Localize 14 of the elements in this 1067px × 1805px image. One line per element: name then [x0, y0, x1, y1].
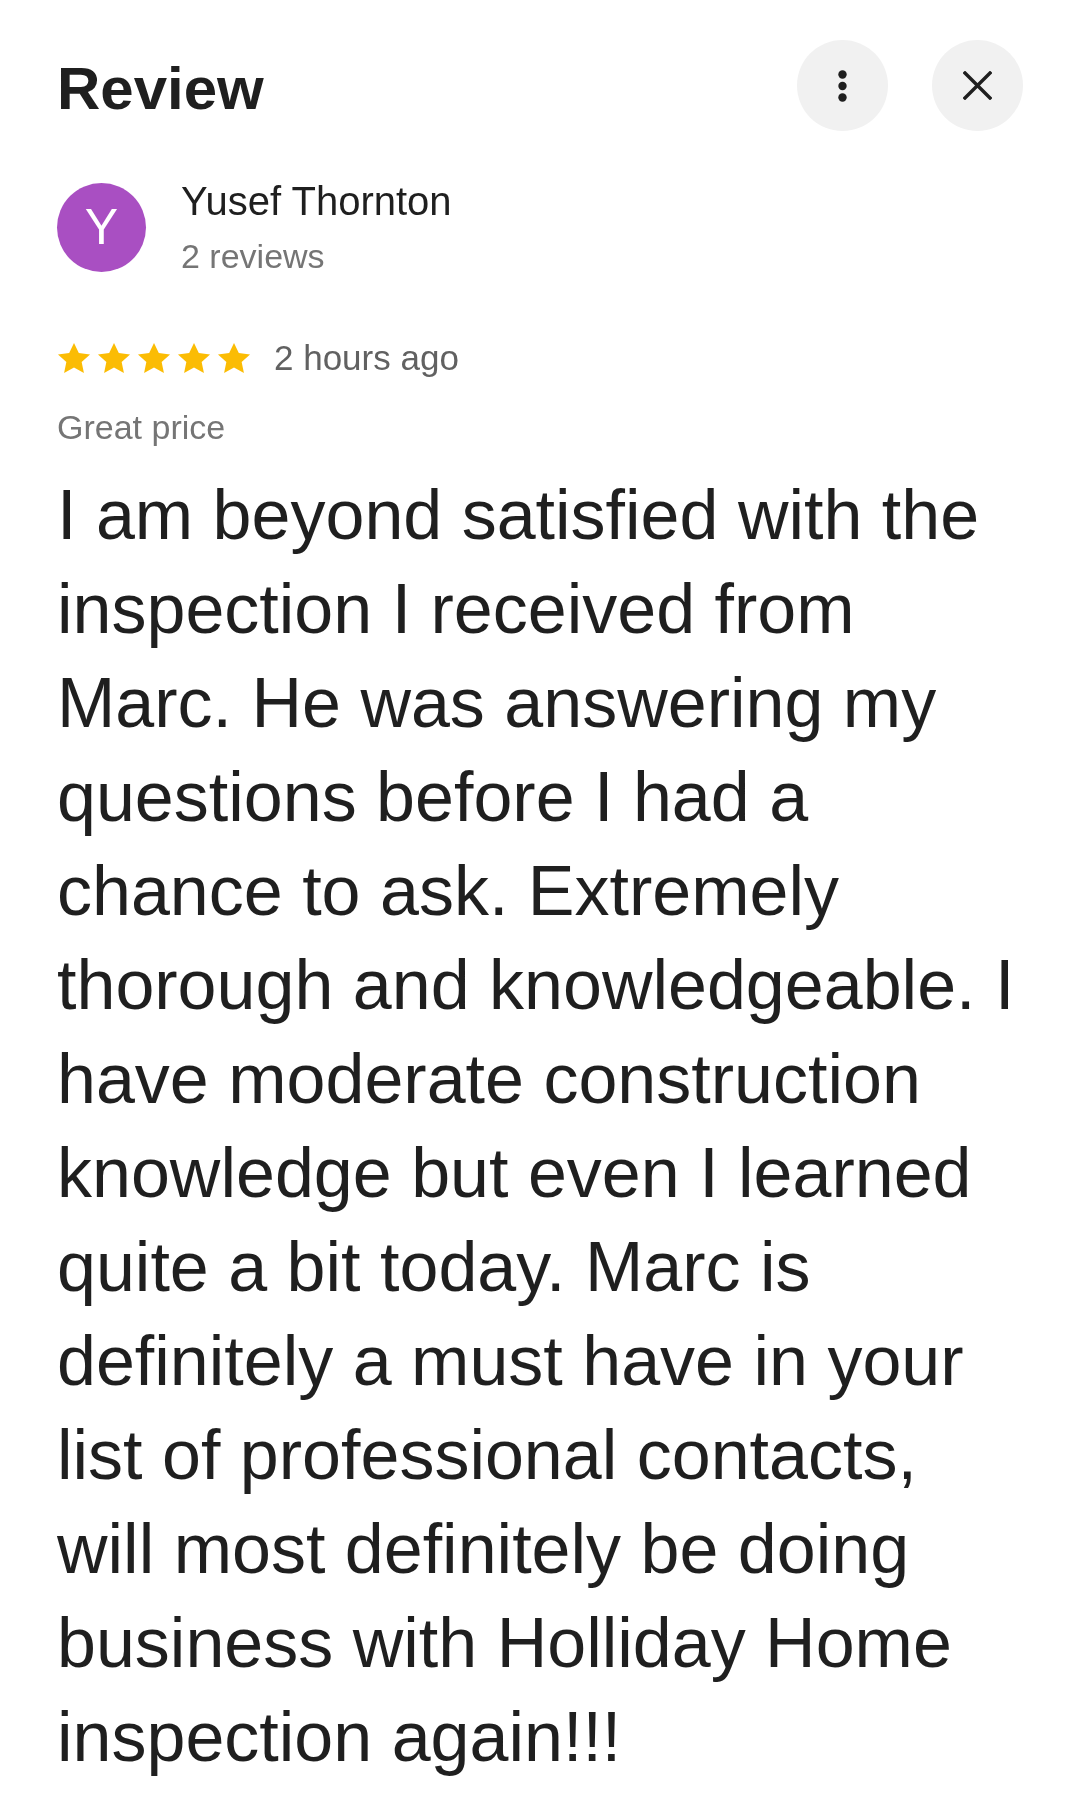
close-icon: [963, 71, 992, 100]
star-icon: [57, 341, 91, 375]
reviewer-name: Yusef Thornton: [181, 178, 452, 225]
review-count: 2 reviews: [181, 236, 326, 277]
star-icon: [177, 341, 211, 375]
star-icon: [217, 341, 251, 375]
review-tag: Great price: [57, 406, 1023, 448]
avatar: Y: [57, 182, 146, 272]
more-icon: [838, 69, 847, 102]
review-title: Review: [57, 54, 264, 123]
review-text: I am beyond satisfied with the inspection I received from Marc. He was answering my questions before I had a chance to ask. Extremely thorough and knowledgeable. I have moderate construction knowledge but even I learned quite a bit today. Marc is definitely a must have in your list of professional contacts, will most definitely be doing business with Holliday Home inspection again!!!: [57, 475, 1016, 1778]
star-icon: [97, 341, 131, 375]
star-icon: [137, 341, 171, 375]
review-time: 2 hours ago: [274, 338, 459, 378]
